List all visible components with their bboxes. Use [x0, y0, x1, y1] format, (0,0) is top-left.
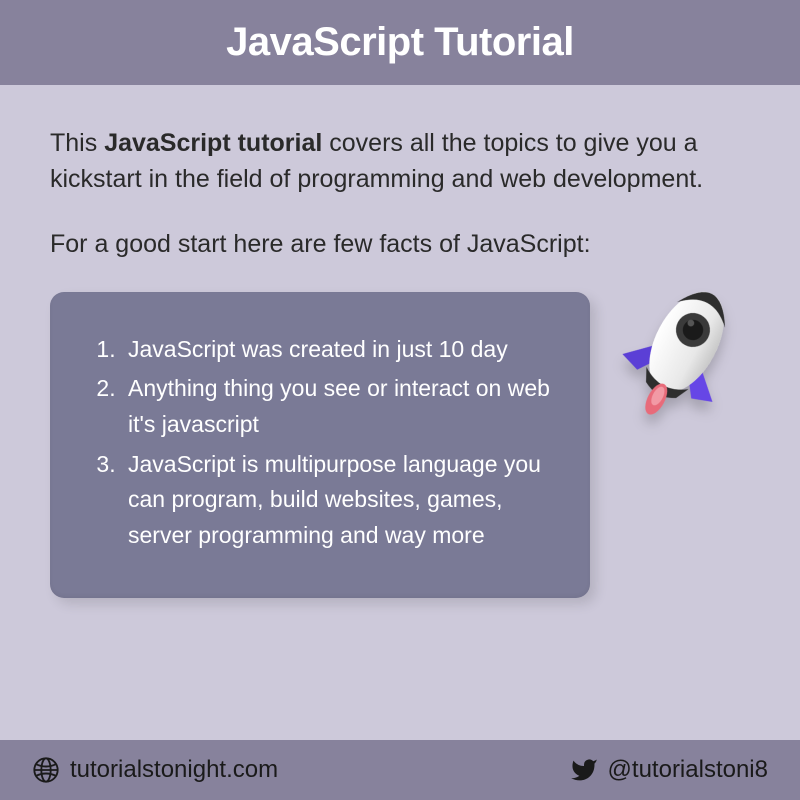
intro-paragraph: This JavaScript tutorial covers all the … [50, 125, 750, 198]
page-footer: tutorialstonight.com @tutorialstoni8 [0, 740, 800, 800]
twitter-icon [570, 756, 598, 784]
footer-twitter: @tutorialstoni8 [570, 756, 768, 784]
list-item: Anything thing you see or interact on we… [122, 371, 550, 442]
rocket-icon [570, 230, 800, 460]
twitter-handle: @tutorialstoni8 [608, 756, 768, 784]
facts-list: JavaScript was created in just 10 day An… [90, 332, 550, 554]
page-header: JavaScript Tutorial [0, 0, 800, 85]
footer-website: tutorialstonight.com [32, 756, 278, 784]
globe-icon [32, 756, 60, 784]
intro-text-bold: JavaScript tutorial [104, 129, 322, 157]
list-item: JavaScript is multipurpose language you … [122, 447, 550, 554]
intro-text-pre: This [50, 129, 104, 157]
website-text: tutorialstonight.com [70, 756, 278, 784]
facts-box: JavaScript was created in just 10 day An… [50, 292, 590, 598]
list-item: JavaScript was created in just 10 day [122, 332, 550, 368]
page-title: JavaScript Tutorial [226, 20, 574, 64]
main-content: This JavaScript tutorial covers all the … [0, 85, 800, 740]
